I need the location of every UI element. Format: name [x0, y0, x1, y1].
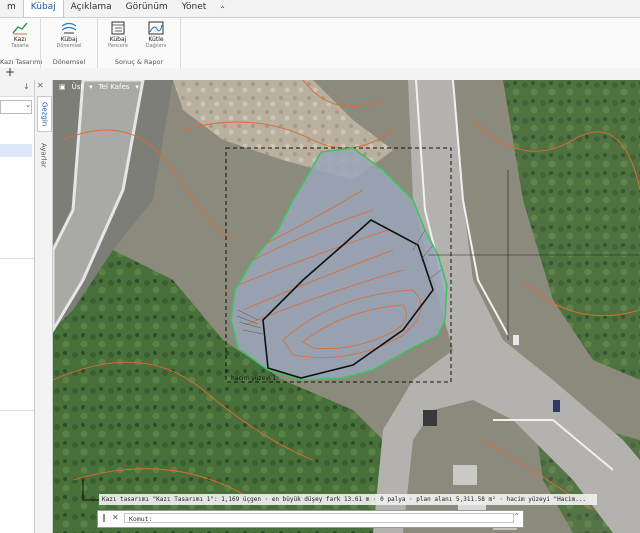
- periodic-volume-icon: [61, 22, 77, 34]
- tab-gezgin[interactable]: Gezgin: [37, 96, 52, 132]
- aerial-map[interactable]: [53, 80, 640, 533]
- add-tab-icon[interactable]: +: [5, 65, 15, 79]
- drag-handle-icon[interactable]: ‖: [102, 513, 106, 522]
- document-tab-bar: +: [0, 65, 640, 80]
- chevron-down-icon: ⌄: [25, 101, 31, 109]
- panel-divider: [0, 258, 34, 259]
- tab-ayarlar[interactable]: Ayarlar: [37, 140, 50, 170]
- left-panel-header: ↓: [0, 80, 34, 97]
- surface-label: hacim yüzeyi 1: [231, 375, 277, 382]
- mass-distribution-icon: [148, 21, 164, 35]
- ribbon-group-donemsel: Kübaj Dönemsel Dönemsel: [41, 18, 98, 68]
- pin-icon[interactable]: ↓: [23, 82, 30, 91]
- command-bar: ‖ ✕ Komut: ⌃: [97, 510, 524, 528]
- view-label[interactable]: Üst: [72, 83, 84, 91]
- menu-tab-gorunum[interactable]: Görünüm: [119, 0, 175, 17]
- tasarla-label: Tasarla: [11, 43, 29, 49]
- menu-tab-kubaj[interactable]: Kübaj: [22, 0, 64, 17]
- kubaj-label: Kübaj: [60, 36, 78, 43]
- viewport-toolbar: ▣ Üst ▾ Tel Kafes ▾: [59, 83, 139, 91]
- kubaj-donemsel-button[interactable]: Kübaj Dönemsel: [49, 21, 89, 49]
- selected-tree-item[interactable]: [0, 144, 32, 157]
- pencere-label: Pencere: [108, 43, 128, 49]
- menu-tab-aciklama[interactable]: Açıklama: [64, 0, 119, 17]
- ribbon-group-kazi-tasarimi: Kazı Tasarla Kazı Tasarımı: [0, 18, 42, 68]
- excavation-line-icon: [12, 22, 28, 35]
- kutle-dagilimi-button[interactable]: Kütle Dağılımı: [136, 21, 176, 49]
- donemsel-sub-label: Dönemsel: [56, 43, 82, 49]
- close-icon[interactable]: ✕: [112, 513, 119, 522]
- volume-window-icon: [111, 21, 125, 35]
- status-line: Kazı tasarımı "Kazı Tasarımı 1": 1,169 ü…: [99, 494, 597, 505]
- ribbon-group-sonuc-rapor: Kübaj Pencere Kütle Dağılımı Sonuç & Rap…: [98, 18, 181, 68]
- dagilimi-label: Dağılımı: [145, 43, 167, 49]
- kutle-label: Kütle: [148, 36, 164, 43]
- chevron-up-icon[interactable]: ⌃: [513, 512, 520, 521]
- kazi-tasarla-button[interactable]: Kazı Tasarla: [0, 21, 40, 49]
- kubaj-window-label: Kübaj: [109, 36, 127, 43]
- group-label-sonuc-rapor: Sonuç & Rapor: [114, 58, 164, 66]
- mode-dropdown-icon[interactable]: ▾: [135, 83, 139, 91]
- command-input[interactable]: Komut:: [124, 513, 514, 523]
- map-viewport[interactable]: ▣ Üst ▾ Tel Kafes ▾ hacim yüzeyi 1 Kazı …: [53, 80, 640, 533]
- menu-tab-yonet[interactable]: Yönet: [175, 0, 214, 17]
- close-panel-icon[interactable]: ✕: [37, 81, 44, 90]
- left-panel: ↓ ⌄: [0, 80, 35, 533]
- group-label-donemsel: Dönemsel: [52, 58, 86, 66]
- view-dropdown-icon[interactable]: ▾: [89, 83, 93, 91]
- side-tab-strip: ✕ Gezgin Ayarlar: [35, 80, 53, 533]
- panel-dropdown[interactable]: ⌄: [0, 100, 32, 114]
- menu-tab-partial[interactable]: m: [0, 0, 23, 17]
- menu-bar: m Kübaj Açıklama Görünüm Yönet ⌃: [0, 0, 640, 17]
- ribbon: Kazı Tasarla Kazı Tasarımı Kübaj Dönemse…: [0, 17, 640, 69]
- collapse-ribbon-icon[interactable]: ⌃: [213, 5, 232, 17]
- view-cube-icon[interactable]: ▣: [59, 83, 66, 91]
- panel-divider-bottom: [0, 410, 34, 411]
- kazi-label: Kazı: [13, 36, 27, 43]
- kubaj-pencere-button[interactable]: Kübaj Pencere: [98, 21, 138, 49]
- mode-label[interactable]: Tel Kafes: [99, 83, 130, 91]
